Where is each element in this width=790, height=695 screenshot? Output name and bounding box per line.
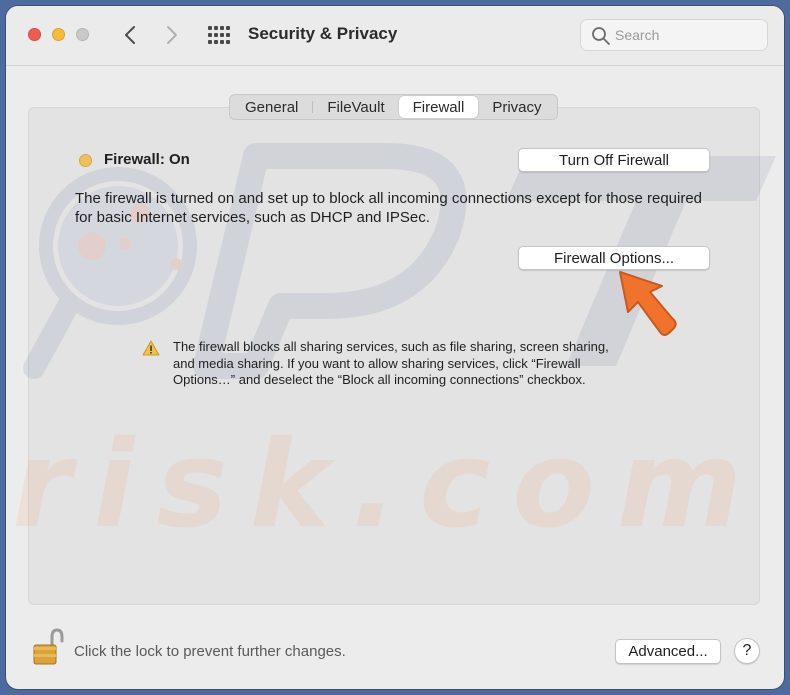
minimize-window-button[interactable]	[52, 28, 65, 41]
tab-privacy[interactable]: Privacy	[478, 96, 555, 118]
chevron-right-icon	[167, 26, 177, 44]
warning-icon	[142, 340, 160, 356]
advanced-button[interactable]: Advanced...	[615, 639, 721, 664]
firewall-description: The firewall is turned on and set up to …	[75, 190, 703, 226]
show-all-button[interactable]	[208, 26, 230, 44]
lock-icon[interactable]	[32, 626, 64, 666]
tab-firewall[interactable]: Firewall	[398, 96, 479, 118]
help-button[interactable]: ?	[734, 638, 760, 664]
chevron-left-icon	[125, 26, 135, 44]
window-title: Security & Privacy	[248, 24, 398, 43]
zoom-window-button[interactable]	[76, 28, 89, 41]
search-icon	[592, 27, 610, 45]
sharing-warning-text: The firewall blocks all sharing services…	[173, 339, 609, 387]
forward-button[interactable]	[160, 20, 184, 50]
tab-filevault[interactable]: FileVault	[313, 96, 398, 118]
search-field[interactable]	[580, 19, 768, 51]
tab-bar: General FileVault Firewall Privacy	[229, 94, 558, 120]
system-preferences-window: Security & Privacy risk.com General File…	[6, 6, 784, 689]
grid-icon	[208, 26, 230, 44]
title-bar: Security & Privacy	[6, 6, 784, 66]
tab-general[interactable]: General	[231, 96, 312, 118]
firewall-options-button[interactable]: Firewall Options...	[518, 246, 710, 270]
firewall-status-indicator	[79, 154, 92, 167]
close-window-button[interactable]	[28, 28, 41, 41]
pointer-arrow-icon	[619, 271, 677, 336]
lock-status-text: Click the lock to prevent further change…	[74, 643, 346, 660]
turn-off-firewall-button[interactable]: Turn Off Firewall	[518, 148, 710, 172]
back-button[interactable]	[118, 20, 142, 50]
firewall-status-label: Firewall: On	[104, 151, 190, 168]
search-input[interactable]	[615, 24, 760, 46]
